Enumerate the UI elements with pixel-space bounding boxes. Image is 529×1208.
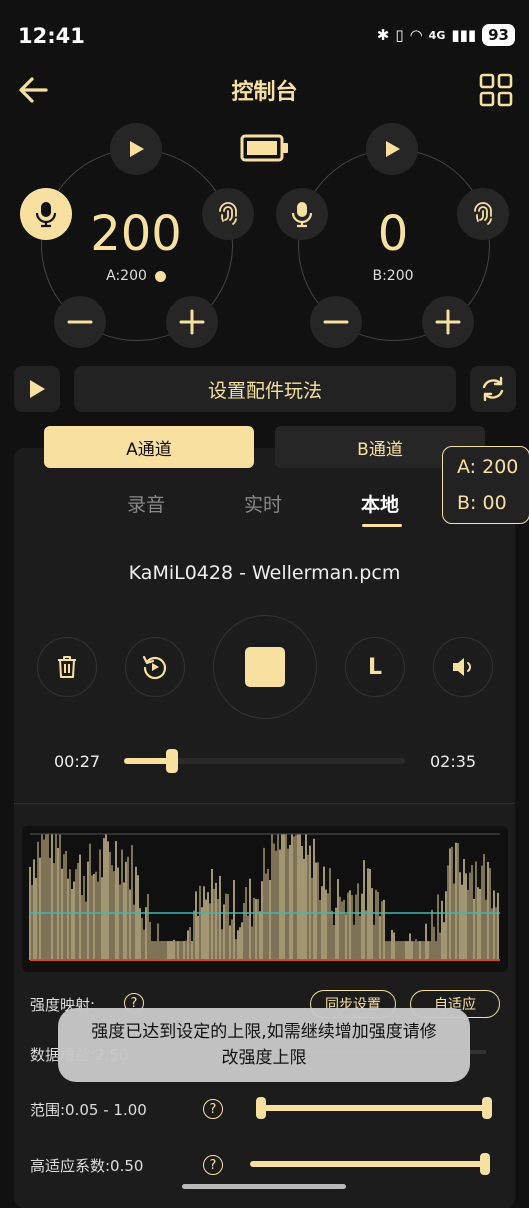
microphone-icon: [35, 202, 57, 228]
wifi-icon: ◠: [409, 26, 423, 44]
minus-icon: [67, 320, 93, 324]
range-track: [260, 1105, 488, 1111]
channel-b-increase-button[interactable]: [422, 296, 474, 348]
microphone-icon: [291, 202, 313, 228]
plus-icon: [179, 309, 205, 335]
adaptive-coefficient-label: 高适应系数:0.50: [30, 1157, 144, 1175]
progress-slider[interactable]: [124, 749, 405, 773]
channel-b-limit-label: B:200: [372, 268, 414, 284]
progress-knob[interactable]: [166, 749, 178, 773]
grid-icon: [479, 73, 513, 107]
play-icon: [386, 141, 400, 157]
battery-indicator: 93: [482, 24, 515, 46]
refresh-icon: [482, 376, 504, 402]
accessory-mode-label: 设置配件玩法: [207, 379, 322, 402]
range-help-icon[interactable]: ?: [203, 1099, 223, 1119]
channel-a-tab[interactable]: A通道: [44, 426, 254, 468]
channel-a-tab-label: A通道: [126, 439, 172, 460]
accessory-play-button[interactable]: [14, 366, 60, 412]
waveform-bars: [29, 834, 499, 960]
loop-mode-button[interactable]: L: [345, 637, 405, 697]
channel-a-strength-value: 200: [90, 206, 182, 262]
play-icon: [30, 380, 45, 398]
tab-local[interactable]: 本地: [361, 490, 399, 517]
channel-b-tab-label: B通道: [357, 439, 403, 460]
progress-fill: [124, 758, 172, 764]
waveform-graph: [29, 833, 500, 961]
network-type: 4G: [428, 28, 446, 42]
tab-record[interactable]: 录音: [127, 490, 165, 517]
fingerprint-icon: [219, 202, 237, 225]
home-indicator[interactable]: [182, 1184, 346, 1189]
loop-mode-label: L: [367, 654, 383, 680]
adaptive-coefficient-help-icon[interactable]: ?: [203, 1155, 223, 1175]
plus-icon: [435, 309, 461, 335]
active-tab-indicator: [362, 524, 402, 527]
replay-button[interactable]: [125, 637, 185, 697]
grid-menu-button[interactable]: [478, 72, 514, 108]
channel-b-play-button[interactable]: [366, 123, 418, 175]
volume-button[interactable]: [433, 637, 493, 697]
channel-a-play-button[interactable]: [110, 123, 162, 175]
range-high-knob[interactable]: [482, 1097, 492, 1119]
channel-b-decrease-button[interactable]: [310, 296, 362, 348]
channel-a-increase-button[interactable]: [166, 296, 218, 348]
range-low-knob[interactable]: [256, 1097, 266, 1119]
refresh-button[interactable]: [470, 366, 516, 412]
fingerprint-icon: [474, 202, 492, 225]
channel-a-limit-label: A:200: [86, 268, 186, 284]
signal-icon: ▮▮▮: [451, 26, 477, 44]
speaker-icon: [453, 658, 471, 676]
adaptive-coefficient-track: [250, 1161, 486, 1167]
total-time: 02:35: [430, 752, 477, 771]
adaptive-coefficient-slider[interactable]: [250, 1152, 490, 1176]
trash-icon: [58, 656, 76, 678]
toast-message: 强度已达到设定的上限,如需继续增加强度请修改强度上限: [58, 1008, 470, 1082]
waveform-view: [22, 826, 508, 972]
device-battery-icon: [240, 134, 290, 162]
replay-icon: [142, 655, 167, 680]
stop-icon: [245, 647, 285, 687]
toast-text: 强度已达到设定的上限,如需继续增加强度请修改强度上限: [91, 1022, 437, 1068]
stop-button[interactable]: [213, 615, 317, 719]
section-divider: [14, 803, 515, 804]
current-time: 00:27: [54, 752, 101, 771]
minus-icon: [323, 320, 349, 324]
floating-strength-overlay[interactable]: A: 200 B: 00: [442, 446, 529, 524]
adaptive-coefficient-knob[interactable]: [480, 1153, 490, 1175]
status-icons: ✱ ▯ ◠ 4G ▮▮▮ 93: [377, 24, 515, 46]
status-bar: 12:41 ✱ ▯ ◠ 4G ▮▮▮ 93: [0, 0, 529, 80]
delete-button[interactable]: [37, 637, 97, 697]
vibrate-icon: ▯: [395, 26, 404, 44]
page-title: 控制台: [231, 80, 298, 105]
range-label: 范围:0.05 - 1.00: [30, 1101, 147, 1119]
status-time: 12:41: [18, 24, 85, 48]
channel-b-strength-value: 0: [377, 206, 409, 262]
floating-line-a: A: 200: [457, 456, 519, 478]
channel-a-decrease-button[interactable]: [54, 296, 106, 348]
file-name: KaMiL0428 - Wellerman.pcm: [128, 562, 401, 584]
range-slider[interactable]: [256, 1096, 492, 1120]
floating-line-b: B: 00: [457, 492, 507, 514]
channel-a-indicator-dot: [154, 270, 166, 282]
accessory-mode-button[interactable]: 设置配件玩法: [74, 366, 456, 412]
play-icon: [130, 141, 144, 157]
tab-realtime[interactable]: 实时: [244, 490, 282, 517]
bluetooth-icon: ✱: [376, 26, 390, 44]
